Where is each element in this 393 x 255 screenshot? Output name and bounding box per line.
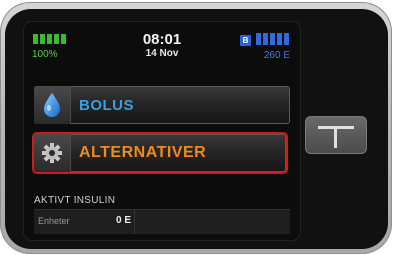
clock-date: 14 Nov xyxy=(145,48,179,59)
units-value: 0 E xyxy=(116,215,132,226)
insulin-reservoir-icon xyxy=(256,33,289,45)
bolus-label: BOLUS xyxy=(79,96,134,114)
drop-icon xyxy=(44,93,60,117)
alternatives-icon-tile xyxy=(34,134,71,172)
insulin-pump-device: 100% 08:01 14 Nov B 260 E BOLUS ALTERNAT… xyxy=(0,2,392,254)
units-label: Enheter xyxy=(38,216,70,226)
active-insulin-title: AKTIVT INSULIN xyxy=(34,195,116,206)
alternatives-button[interactable]: ALTERNATIVER xyxy=(34,134,286,172)
active-insulin-panel[interactable]: Enheter 0 E xyxy=(34,209,290,234)
touch-screen: 100% 08:01 14 Nov B 260 E BOLUS ALTERNAT… xyxy=(24,22,300,240)
bolus-button[interactable]: BOLUS xyxy=(34,86,290,124)
reservoir-units: 260 E xyxy=(263,50,290,61)
t-button-icon-stem xyxy=(334,126,337,148)
gear-icon xyxy=(42,143,62,163)
alternatives-label: ALTERNATIVER xyxy=(79,144,207,161)
t-button[interactable] xyxy=(305,116,367,154)
panel-divider xyxy=(134,210,135,234)
bluetooth-icon: B xyxy=(240,35,251,46)
bolus-icon-tile xyxy=(34,86,71,124)
